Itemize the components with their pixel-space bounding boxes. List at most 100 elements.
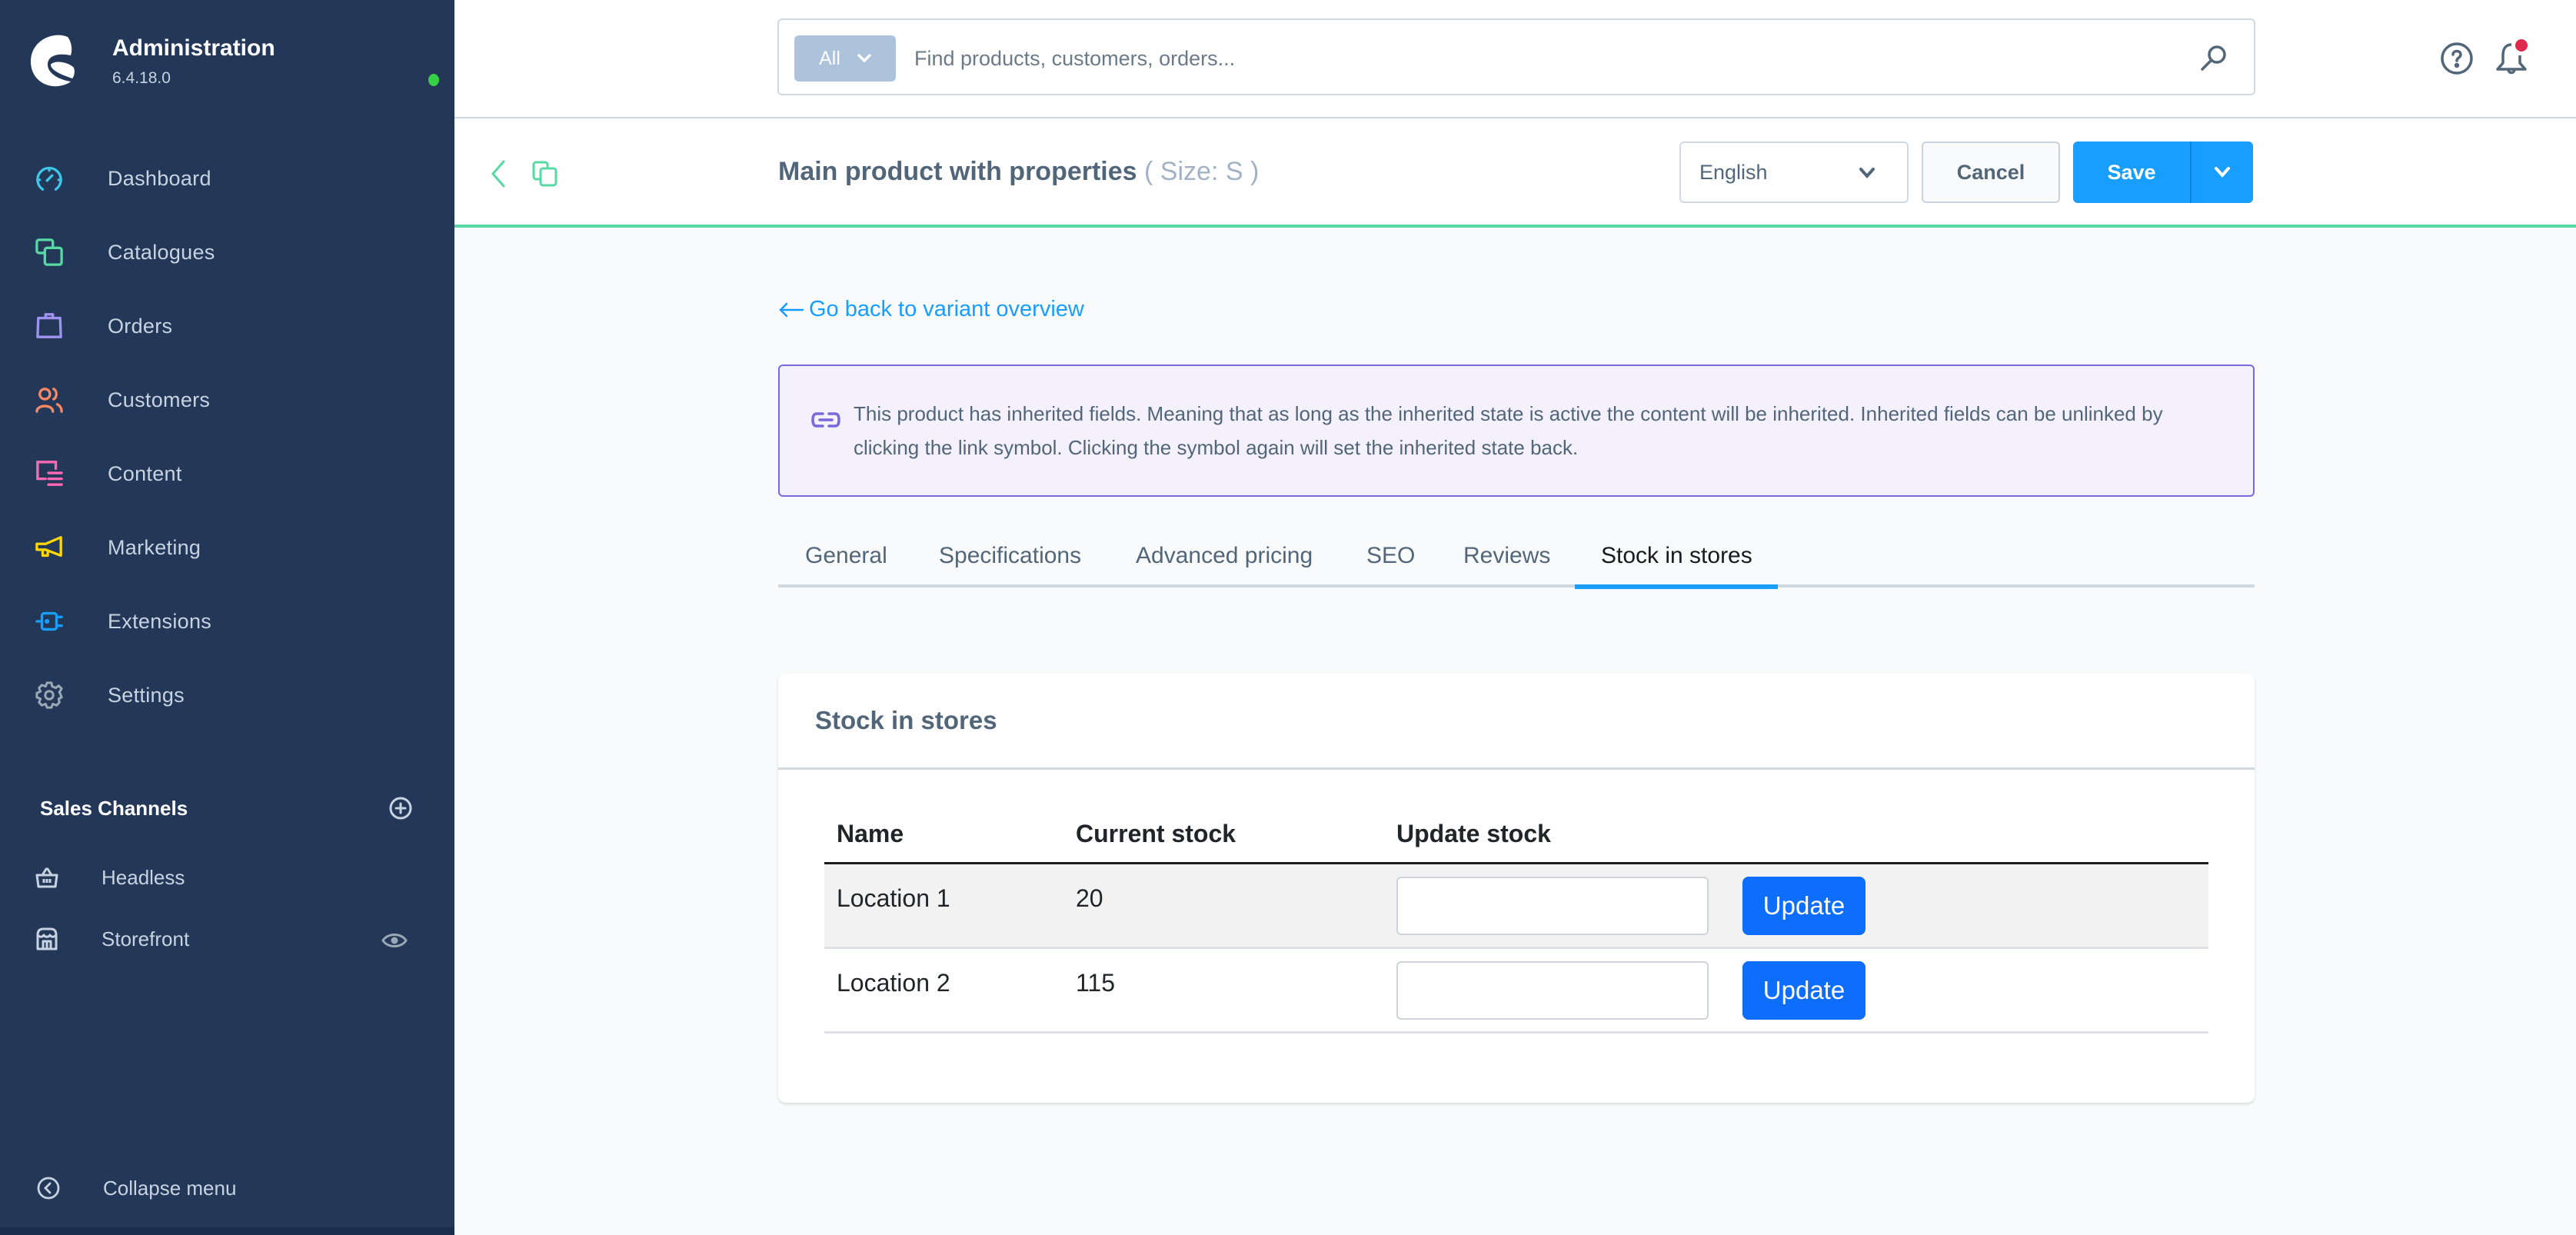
column-header-name: Name — [837, 820, 904, 847]
sidebar-item-extensions[interactable]: Extensions — [0, 584, 454, 658]
sidebar-item-label: Orders — [108, 314, 173, 338]
update-stock-button[interactable]: Update — [1742, 961, 1865, 1020]
back-to-variant-overview-link[interactable]: Go back to variant overview — [778, 297, 1084, 322]
sidebar-bottom-strip — [0, 1227, 454, 1235]
save-options-dropdown-button[interactable] — [2192, 141, 2253, 203]
stock-table: Name Current stock Update stock Location… — [824, 820, 2208, 1034]
customers-icon — [35, 386, 63, 414]
sidebar-item-label: Marketing — [108, 535, 201, 559]
app-version: 6.4.18.0 — [112, 69, 171, 87]
column-header-current-stock: Current stock — [1076, 820, 1236, 847]
update-stock-button[interactable]: Update — [1742, 877, 1865, 935]
sidebar-item-settings[interactable]: Settings — [0, 658, 454, 732]
sidebar-item-label: Content — [108, 461, 182, 485]
column-header-update-stock: Update stock — [1396, 820, 1551, 847]
sales-channels-title: Sales Channels — [40, 797, 188, 820]
inheritance-info-alert: This product has inherited fields. Meani… — [778, 365, 2255, 497]
sidebar-item-catalogues[interactable]: Catalogues — [0, 215, 454, 289]
sidebar-item-content[interactable]: Content — [0, 437, 454, 511]
tab-general[interactable]: General — [805, 535, 887, 588]
save-button-group: Save — [2073, 141, 2253, 203]
current-stock-value: 115 — [1076, 969, 1116, 997]
product-name: Main product with properties — [778, 157, 1137, 186]
sidebar-item-label: Extensions — [108, 609, 212, 633]
link-icon — [811, 412, 840, 428]
back-chevron-icon[interactable] — [488, 158, 508, 189]
storefront-preview-eye-icon[interactable] — [381, 930, 408, 950]
orders-bag-icon — [35, 312, 63, 340]
content-icon — [35, 460, 63, 488]
chevron-down-icon — [1859, 168, 1875, 179]
online-status-dot — [428, 74, 439, 86]
current-stock-value: 20 — [1076, 884, 1103, 912]
top-bar: All — [454, 0, 2576, 118]
sidebar-item-dashboard[interactable]: Dashboard — [0, 141, 454, 215]
tab-specifications[interactable]: Specifications — [939, 535, 1081, 588]
card-divider — [778, 767, 2255, 770]
stock-in-stores-card: Stock in stores Name Current stock Updat… — [778, 674, 2255, 1103]
main-navigation: Dashboard Catalogues Orders Customers Co… — [0, 141, 454, 732]
chevron-down-icon — [857, 54, 871, 63]
location-name: Location 2 — [837, 969, 950, 997]
sidebar-item-label: Catalogues — [108, 240, 215, 264]
app-title: Administration — [112, 35, 275, 61]
active-tab-indicator — [1575, 584, 1778, 589]
search-icon[interactable] — [2198, 43, 2229, 74]
add-sales-channel-icon[interactable] — [389, 797, 412, 820]
basket-icon — [35, 867, 58, 888]
admin-sidebar: Administration 6.4.18.0 Dashboard Catalo… — [0, 0, 454, 1235]
tab-seo[interactable]: SEO — [1366, 535, 1415, 588]
notifications-bell-icon[interactable] — [2494, 38, 2529, 77]
save-button[interactable]: Save — [2073, 141, 2192, 203]
arrow-left-icon — [779, 302, 804, 317]
back-link-label: Go back to variant overview — [809, 297, 1084, 321]
sidebar-item-label: Settings — [108, 683, 185, 707]
tab-advanced-pricing[interactable]: Advanced pricing — [1136, 535, 1313, 588]
marketing-megaphone-icon — [35, 534, 63, 561]
storefront-icon — [36, 927, 58, 950]
dashboard-gauge-icon — [35, 165, 63, 192]
brand-header: Administration 6.4.18.0 — [28, 32, 439, 94]
sales-channel-label: Storefront — [102, 927, 190, 950]
page-title: Main product with properties ( Size: S ) — [778, 157, 1259, 187]
shopware-logo-icon — [31, 35, 75, 87]
search-input[interactable] — [914, 37, 2145, 80]
sidebar-item-marketing[interactable]: Marketing — [0, 511, 454, 584]
sales-channel-storefront[interactable]: Storefront — [0, 910, 454, 972]
settings-gear-icon — [35, 681, 63, 709]
search-type-label: All — [819, 47, 840, 69]
table-row: Location 1 20 Update — [824, 864, 2208, 949]
chevron-left-circle-icon — [37, 1177, 60, 1200]
table-row: Location 2 115 Update — [824, 949, 2208, 1034]
search-type-dropdown[interactable]: All — [794, 35, 896, 82]
collapse-menu-label: Collapse menu — [103, 1177, 237, 1200]
tab-reviews[interactable]: Reviews — [1463, 535, 1550, 588]
sales-channel-headless[interactable]: Headless — [0, 849, 454, 910]
cancel-button[interactable]: Cancel — [1922, 141, 2060, 203]
sidebar-item-customers[interactable]: Customers — [0, 363, 454, 437]
sidebar-item-label: Customers — [108, 388, 211, 411]
table-header-row: Name Current stock Update stock — [824, 820, 2208, 864]
card-title: Stock in stores — [815, 706, 997, 734]
update-stock-input[interactable] — [1396, 877, 1709, 935]
collapse-menu-button[interactable]: Collapse menu — [0, 1169, 454, 1215]
global-search: All — [777, 18, 2255, 95]
chevron-down-icon — [2215, 167, 2230, 178]
smart-bar: Main product with properties ( Size: S )… — [454, 120, 2576, 228]
extensions-plug-icon — [35, 608, 63, 635]
inheritance-info-text: This product has inherited fields. Meani… — [854, 402, 2163, 459]
help-icon[interactable] — [2440, 42, 2474, 75]
language-value: English — [1699, 160, 1768, 184]
catalogues-icon — [35, 238, 63, 266]
tab-stock-in-stores[interactable]: Stock in stores — [1601, 535, 1752, 588]
variant-subtitle: ( Size: S ) — [1144, 157, 1260, 186]
sales-channels-header: Sales Channels — [40, 797, 412, 827]
language-switch-select[interactable]: English — [1679, 141, 1909, 203]
sidebar-item-label: Dashboard — [108, 166, 211, 190]
location-name: Location 1 — [837, 884, 950, 912]
variant-copy-icon — [532, 161, 557, 187]
product-detail-tabs: General Specifications Advanced pricing … — [778, 535, 2255, 589]
sidebar-item-orders[interactable]: Orders — [0, 289, 454, 363]
update-stock-input[interactable] — [1396, 961, 1709, 1020]
sales-channel-label: Headless — [102, 866, 185, 889]
